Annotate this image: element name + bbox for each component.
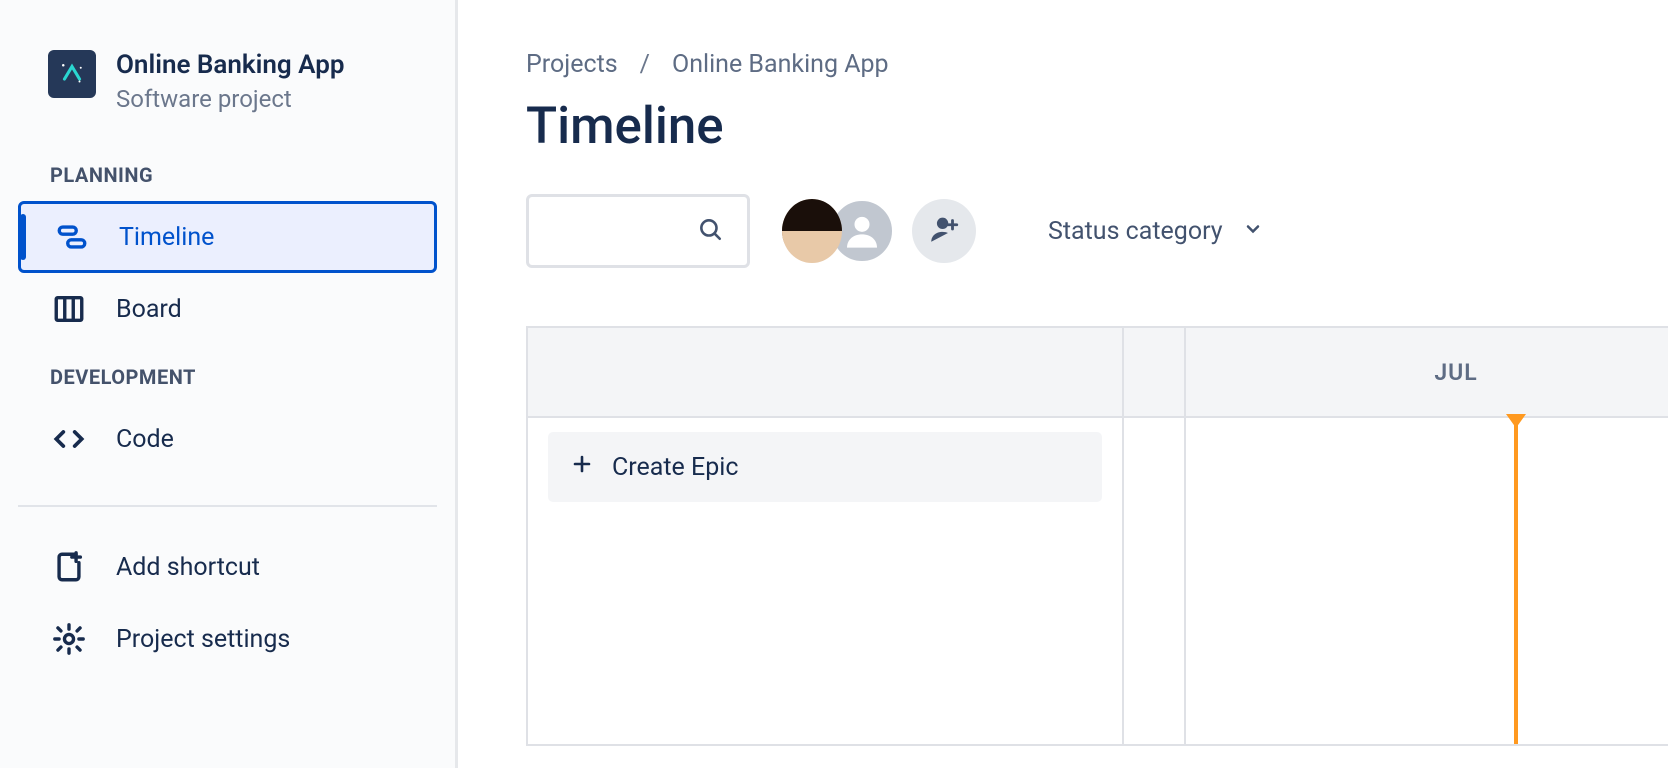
timeline-icon xyxy=(53,218,91,256)
breadcrumb-root[interactable]: Projects xyxy=(526,50,618,79)
project-logo-icon xyxy=(48,50,96,98)
plus-icon xyxy=(570,452,594,483)
code-icon xyxy=(50,420,88,458)
project-name: Online Banking App xyxy=(116,50,344,81)
breadcrumb-separator: / xyxy=(640,50,650,79)
project-subtitle: Software project xyxy=(116,85,344,113)
sidebar-item-code[interactable]: Code xyxy=(18,403,437,475)
status-category-label: Status category xyxy=(1048,217,1223,246)
sidebar-item-label: Project settings xyxy=(116,625,290,654)
section-label-planning: PLANNING xyxy=(18,143,437,201)
timeline-gap-column xyxy=(1124,328,1186,744)
avatar-group xyxy=(780,199,976,263)
today-marker xyxy=(1514,416,1518,744)
breadcrumb: Projects / Online Banking App xyxy=(526,50,1668,79)
sidebar-item-label: Code xyxy=(116,425,174,454)
add-person-icon xyxy=(927,212,961,250)
sidebar-item-timeline[interactable]: Timeline xyxy=(18,201,437,273)
breadcrumb-current[interactable]: Online Banking App xyxy=(672,50,889,79)
sidebar-item-project-settings[interactable]: Project settings xyxy=(18,603,437,675)
create-epic-button[interactable]: Create Epic xyxy=(548,432,1102,502)
toolbar: Status category xyxy=(526,194,1668,268)
create-epic-label: Create Epic xyxy=(612,453,738,482)
sidebar-item-label: Add shortcut xyxy=(116,553,260,582)
board-icon xyxy=(50,290,88,328)
section-label-development: DEVELOPMENT xyxy=(18,345,437,403)
add-shortcut-icon xyxy=(50,548,88,586)
sidebar: Online Banking App Software project PLAN… xyxy=(0,0,458,768)
chevron-down-icon xyxy=(1243,217,1263,246)
sidebar-item-board[interactable]: Board xyxy=(18,273,437,345)
gear-icon xyxy=(50,620,88,658)
avatar[interactable] xyxy=(780,199,844,263)
search-input[interactable] xyxy=(526,194,750,268)
sidebar-divider xyxy=(18,505,437,507)
main-content: Projects / Online Banking App Timeline xyxy=(458,0,1668,768)
sidebar-item-label: Timeline xyxy=(119,223,214,252)
project-header[interactable]: Online Banking App Software project xyxy=(18,40,437,143)
add-people-button[interactable] xyxy=(912,199,976,263)
epic-column-header xyxy=(528,328,1122,418)
status-category-dropdown[interactable]: Status category xyxy=(1048,217,1263,246)
page-title: Timeline xyxy=(526,97,1668,156)
sidebar-item-label: Board xyxy=(116,295,182,324)
timeline-month-column[interactable]: JUL xyxy=(1186,328,1668,744)
epic-column: Create Epic xyxy=(528,328,1124,744)
sidebar-item-add-shortcut[interactable]: Add shortcut xyxy=(18,531,437,603)
search-icon xyxy=(697,216,723,246)
month-label: JUL xyxy=(1186,328,1668,418)
timeline-grid: Create Epic JUL xyxy=(526,326,1668,746)
